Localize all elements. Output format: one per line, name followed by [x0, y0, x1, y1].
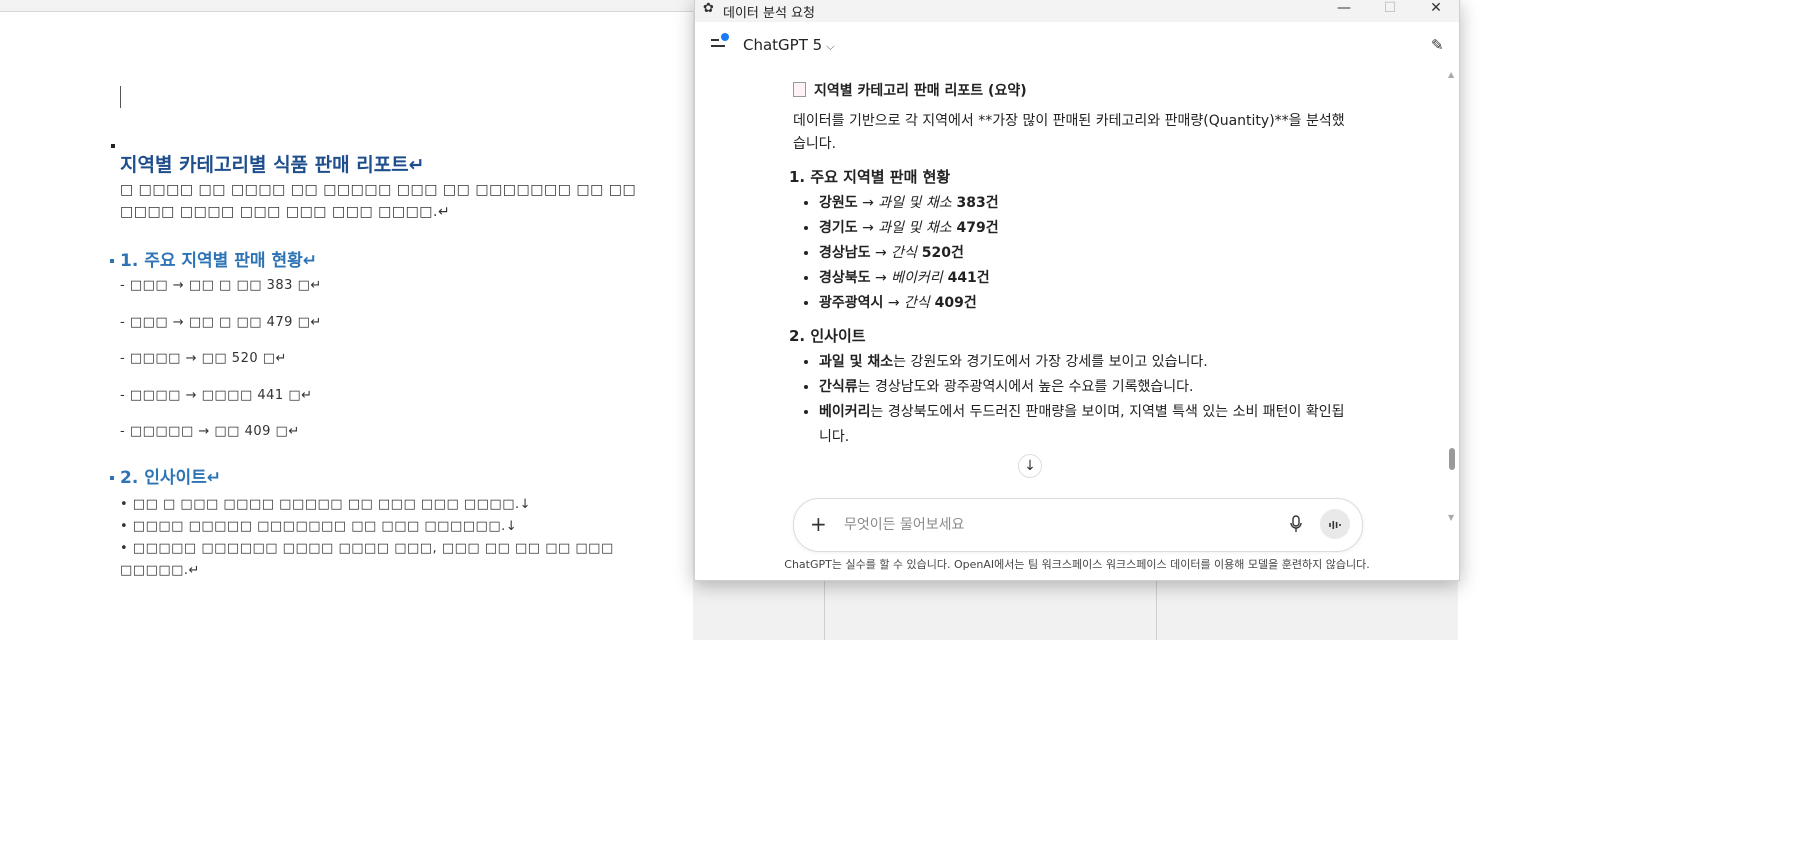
list-item: 경상남도 → 간식 520건	[819, 241, 1353, 266]
voice-mode-button[interactable]	[1320, 509, 1350, 539]
intro-paragraph-line[interactable]: □ □□□□ □□ □□□□ □□ □□□□□ □□□ □□ □□□□□□□ □…	[120, 182, 636, 198]
assistant-message: 지역별 카테고리 판매 리포트 (요약) 데이터를 기반으로 각 지역에서 **…	[789, 80, 1353, 450]
report-intro: 데이터를 기반으로 각 지역에서 **가장 많이 판매된 카테고리와 판매량(Q…	[793, 113, 1345, 152]
list-item: 경기도 → 과일 및 채소 479건	[819, 216, 1353, 241]
section-heading-text: 2. 인사이트↵	[120, 468, 222, 488]
list-item[interactable]: - □□□□ → □□□□ 441 □↵	[120, 388, 313, 403]
section-heading[interactable]: 1. 주요 지역별 판매 현황↵	[110, 246, 317, 271]
region-sales-list: 강원도 → 과일 및 채소 383건 경기도 → 과일 및 채소 479건 경상…	[793, 191, 1353, 316]
notification-dot-icon	[721, 33, 729, 41]
close-button[interactable]: ✕	[1413, 0, 1459, 22]
section-heading[interactable]: 2. 인사이트↵	[110, 463, 221, 488]
chevron-down-icon: ⌵	[826, 40, 835, 53]
sidebar-toggle-icon[interactable]	[711, 33, 729, 50]
document-toolbar-edge	[0, 0, 693, 12]
list-item: 베이커리는 경상북도에서 두드러진 판매량을 보이며, 지역별 특색 있는 소비…	[819, 400, 1353, 450]
intro-paragraph-line[interactable]: □□□□ □□□□ □□□ □□□ □□□ □□□□.↵	[120, 204, 450, 220]
document-icon	[793, 82, 806, 97]
model-name: ChatGPT 5	[743, 36, 823, 54]
section-heading: 2. 인사이트	[789, 327, 866, 346]
microphone-icon[interactable]	[1290, 515, 1302, 533]
heading-bullet-icon	[110, 476, 114, 480]
waveform-icon	[1329, 520, 1341, 529]
list-item: 경상북도 → 베이커리 441건	[819, 266, 1353, 291]
report-title: 지역별 카테고리 판매 리포트 (요약)	[793, 80, 1353, 102]
chat-header: ChatGPT 5 ⌵ ✎	[695, 22, 1459, 68]
window-titlebar[interactable]: ✿ 데이터 분석 요청 — ☐ ✕	[695, 0, 1459, 22]
heading-bullet-icon	[110, 259, 114, 263]
list-item[interactable]: - □□□□ → □□ 520 □↵	[120, 351, 287, 366]
text-cursor	[120, 86, 121, 108]
report-title-text: 지역별 카테고리 판매 리포트 (요약)	[814, 83, 1027, 99]
list-item: 과일 및 채소는 강원도와 경기도에서 가장 강세를 보이고 있습니다.	[819, 350, 1353, 375]
scrollbar[interactable]: ▲ ▼	[1445, 70, 1459, 522]
list-item: 강원도 → 과일 및 채소 383건	[819, 191, 1353, 216]
window-title: 데이터 분석 요청	[723, 6, 815, 21]
list-item[interactable]: □□□□□.↵	[120, 563, 200, 578]
openai-logo-icon: ✿	[703, 1, 714, 16]
model-selector[interactable]: ChatGPT 5 ⌵	[743, 36, 835, 54]
insight-list: 과일 및 채소는 강원도와 경기도에서 가장 강세를 보이고 있습니다. 간식류…	[793, 350, 1353, 450]
new-chat-icon[interactable]: ✎	[1431, 36, 1447, 54]
scroll-down-arrow-icon[interactable]: ▼	[1448, 513, 1454, 522]
scroll-to-bottom-button[interactable]: ↓	[1018, 454, 1042, 478]
list-item[interactable]: • □□□□□ □□□□□□ □□□□ □□□□ □□□, □□□ □□ □□ …	[120, 541, 614, 556]
chatgpt-window: ✿ 데이터 분석 요청 — ☐ ✕ ChatGPT 5 ⌵ ✎ 지역별 카테고리 …	[694, 0, 1460, 581]
list-item[interactable]: - □□□ → □□ □ □□ 383 □↵	[120, 278, 322, 293]
section-heading: 1. 주요 지역별 판매 현황	[789, 168, 951, 187]
message-input[interactable]	[842, 513, 1266, 537]
list-item: 간식류는 경상남도와 광주광역시에서 높은 수요를 기록했습니다.	[819, 375, 1353, 400]
scrollbar-thumb[interactable]	[1449, 448, 1455, 470]
paragraph-mark	[111, 144, 115, 148]
maximize-button[interactable]: ☐	[1367, 0, 1413, 22]
list-item[interactable]: - □□□ → □□ □ □□ 479 □↵	[120, 315, 322, 330]
add-attachment-icon[interactable]: +	[810, 512, 827, 536]
list-item[interactable]: - □□□□□ → □□ 409 □↵	[120, 424, 300, 439]
list-item[interactable]: • □□□□ □□□□□ □□□□□□□ □□ □□□ □□□□□□.↓	[120, 519, 517, 534]
message-composer: +	[793, 498, 1363, 552]
disclaimer-text: ChatGPT는 실수를 할 수 있습니다. OpenAI에서는 팀 워크스페이…	[784, 558, 1370, 571]
list-item: 광주광역시 → 간식 409건	[819, 291, 1353, 316]
scroll-up-arrow-icon[interactable]: ▲	[1448, 70, 1454, 79]
document-title[interactable]: 지역별 카테고리별 식품 판매 리포트↵	[120, 150, 425, 177]
list-item[interactable]: • □□ □ □□□ □□□□ □□□□□ □□ □□□ □□□ □□□□.↓	[120, 497, 531, 512]
section-heading-text: 1. 주요 지역별 판매 현황↵	[120, 251, 317, 271]
minimize-button[interactable]: —	[1321, 0, 1367, 22]
